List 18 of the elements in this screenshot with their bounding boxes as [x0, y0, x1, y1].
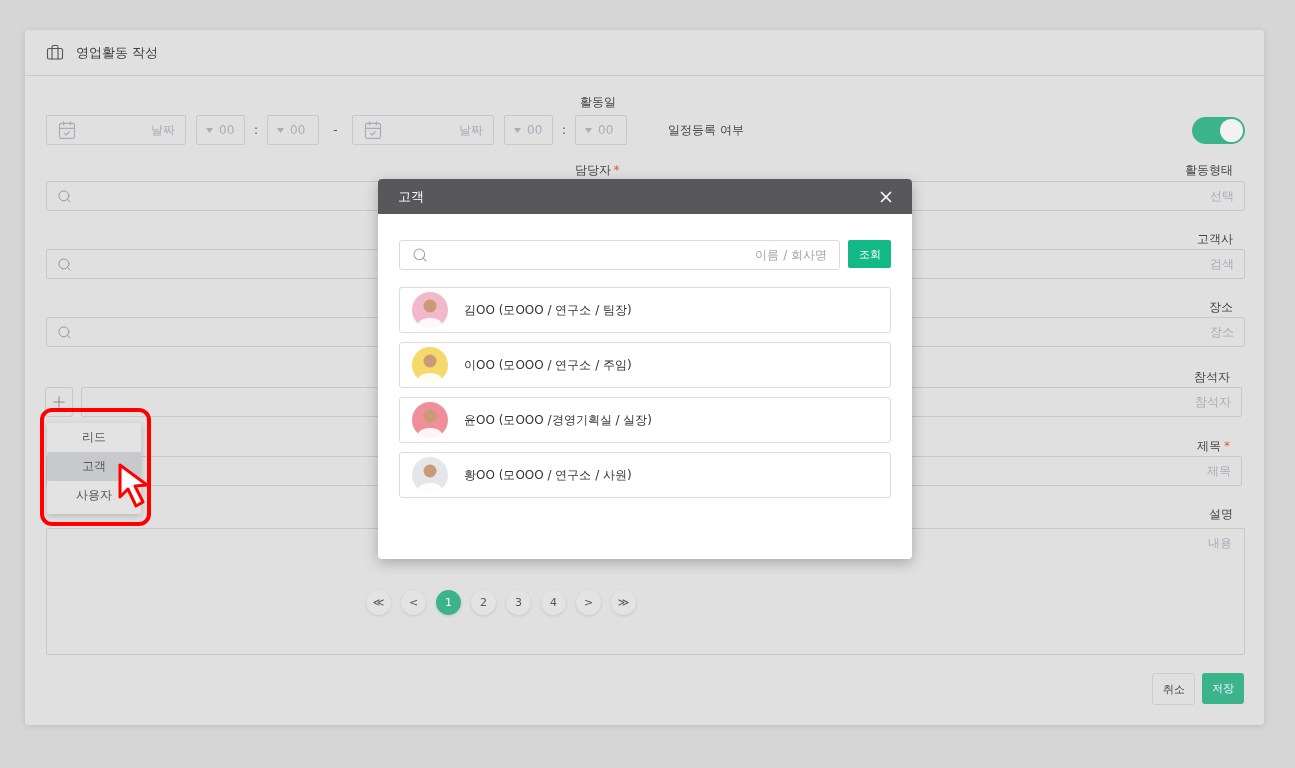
field-label: 장소: [1209, 298, 1233, 316]
customer-text: 윤OO (모OOO /경영기획실 / 실장): [464, 411, 652, 429]
time-separator: :: [252, 123, 259, 137]
field-label: 설명: [1209, 505, 1233, 523]
field-label: 활동형태: [1185, 161, 1233, 179]
time-separator: :: [560, 123, 567, 137]
customer-text: 이OO (모OOO / 연구소 / 주임): [464, 356, 632, 374]
range-separator: -: [332, 123, 339, 137]
field-label: 제목 *: [1197, 437, 1230, 455]
customer-text: 황OO (모OOO / 연구소 / 사원): [464, 466, 632, 484]
field-label: 활동일: [579, 93, 616, 111]
field-label: 참석자: [1194, 368, 1230, 386]
customer-text: 김OO (모OOO / 연구소 / 팀장): [464, 301, 632, 319]
field-label: 고객사: [1197, 230, 1233, 248]
field-label: 담당자 *: [574, 161, 620, 179]
field-label: 일정등록 여부: [668, 121, 744, 139]
dialog-title: 고객: [398, 187, 424, 206]
page-title: 영업활동 작성: [76, 43, 159, 62]
